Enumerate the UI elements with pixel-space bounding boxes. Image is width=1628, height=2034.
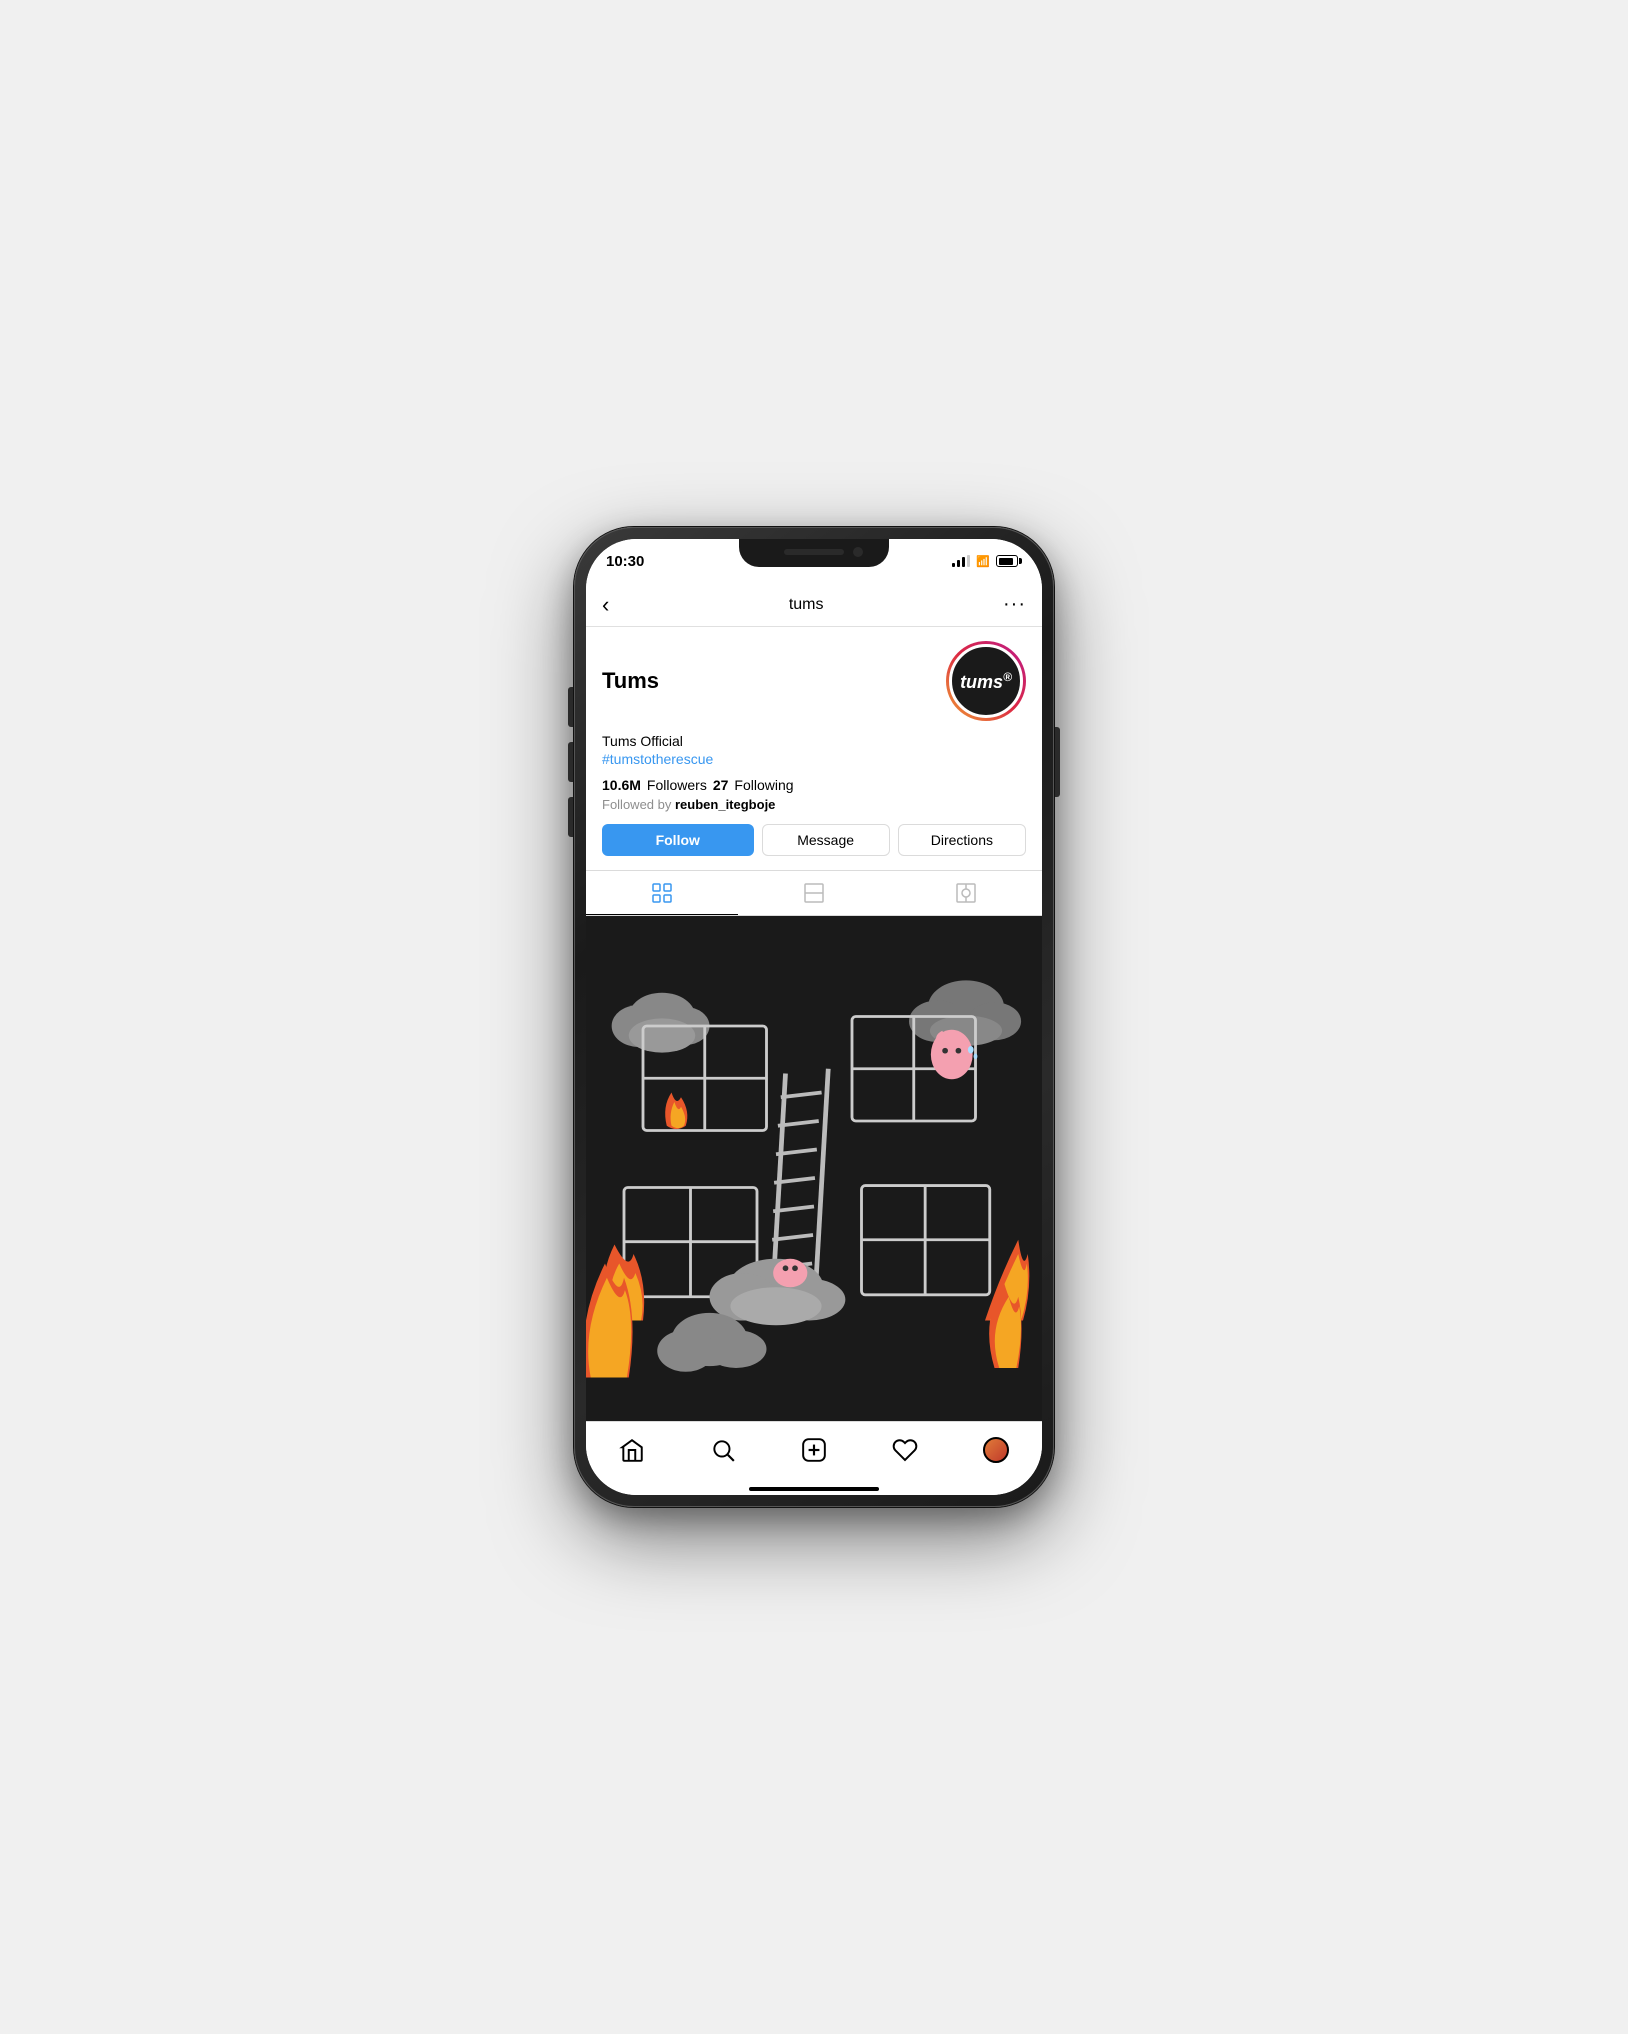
tagged-icon xyxy=(954,881,978,905)
profile-bio: Tums Official #tumstotherescue xyxy=(602,733,1026,767)
tab-grid[interactable] xyxy=(586,871,738,915)
grid-icon xyxy=(650,881,674,905)
profile-header: Tums tums® xyxy=(602,641,1026,721)
more-button[interactable]: ··· xyxy=(1003,593,1026,616)
avatar-registered: ® xyxy=(1003,670,1012,684)
nav-heart[interactable] xyxy=(885,1430,925,1470)
home-icon xyxy=(619,1437,645,1463)
signal-icon xyxy=(952,555,970,567)
notch-speaker xyxy=(784,549,844,555)
nav-add[interactable] xyxy=(794,1430,834,1470)
bio-name: Tums Official xyxy=(602,733,1026,749)
add-icon xyxy=(801,1437,827,1463)
profile-section: Tums tums® Tums Official #tumstotherescu… xyxy=(586,627,1042,870)
followers-count: 10.6M xyxy=(602,777,641,793)
following-label: Following xyxy=(734,777,793,793)
directions-button[interactable]: Directions xyxy=(898,824,1026,856)
avatar-text: tums® xyxy=(960,670,1012,693)
tab-tagged[interactable] xyxy=(890,871,1042,915)
notch-camera xyxy=(853,547,863,557)
bottom-nav xyxy=(586,1421,1042,1489)
notch xyxy=(739,539,889,567)
followers-label: Followers xyxy=(647,777,707,793)
screen: 10:30 📶 ‹ tums · xyxy=(586,539,1042,1495)
following-count: 27 xyxy=(713,777,729,793)
profile-nav-avatar xyxy=(983,1437,1009,1463)
stats-row: 10.6M Followers 27 Following xyxy=(602,777,1026,793)
tums-illustration xyxy=(586,916,1042,1421)
followed-by-username: reuben_itegboje xyxy=(675,797,775,812)
back-button[interactable]: ‹ xyxy=(602,592,609,618)
nav-home[interactable] xyxy=(612,1430,652,1470)
heart-icon xyxy=(892,1437,918,1463)
action-buttons: Follow Message Directions xyxy=(602,824,1026,856)
list-icon xyxy=(802,881,826,905)
avatar-brand-text: tums xyxy=(960,672,1003,692)
status-bar: 10:30 📶 xyxy=(586,539,1042,583)
tab-bar xyxy=(586,870,1042,916)
followed-by-prefix: Followed by xyxy=(602,797,671,812)
bio-hashtag[interactable]: #tumstotherescue xyxy=(602,751,1026,767)
search-icon xyxy=(710,1437,736,1463)
avatar-container[interactable]: tums® xyxy=(946,641,1026,721)
battery-icon xyxy=(996,555,1018,567)
home-indicator xyxy=(586,1489,1042,1495)
home-bar xyxy=(749,1487,879,1491)
message-button[interactable]: Message xyxy=(762,824,890,856)
followed-by: Followed by reuben_itegboje xyxy=(602,797,1026,812)
follow-button[interactable]: Follow xyxy=(602,824,754,856)
wifi-icon: 📶 xyxy=(976,555,990,568)
nav-bar: ‹ tums ··· xyxy=(586,583,1042,627)
nav-profile[interactable] xyxy=(976,1430,1016,1470)
avatar-inner: tums® xyxy=(949,644,1023,718)
nav-title: tums xyxy=(789,596,824,614)
profile-name: Tums xyxy=(602,668,659,694)
tums-scene xyxy=(586,916,1042,1421)
phone-frame: 10:30 📶 ‹ tums · xyxy=(574,527,1054,1507)
feed-container xyxy=(586,916,1042,1421)
phone-inner: 10:30 📶 ‹ tums · xyxy=(586,539,1042,1495)
status-icons: 📶 xyxy=(952,555,1018,568)
tab-list[interactable] xyxy=(738,871,890,915)
nav-search[interactable] xyxy=(703,1430,743,1470)
status-time: 10:30 xyxy=(606,553,644,570)
